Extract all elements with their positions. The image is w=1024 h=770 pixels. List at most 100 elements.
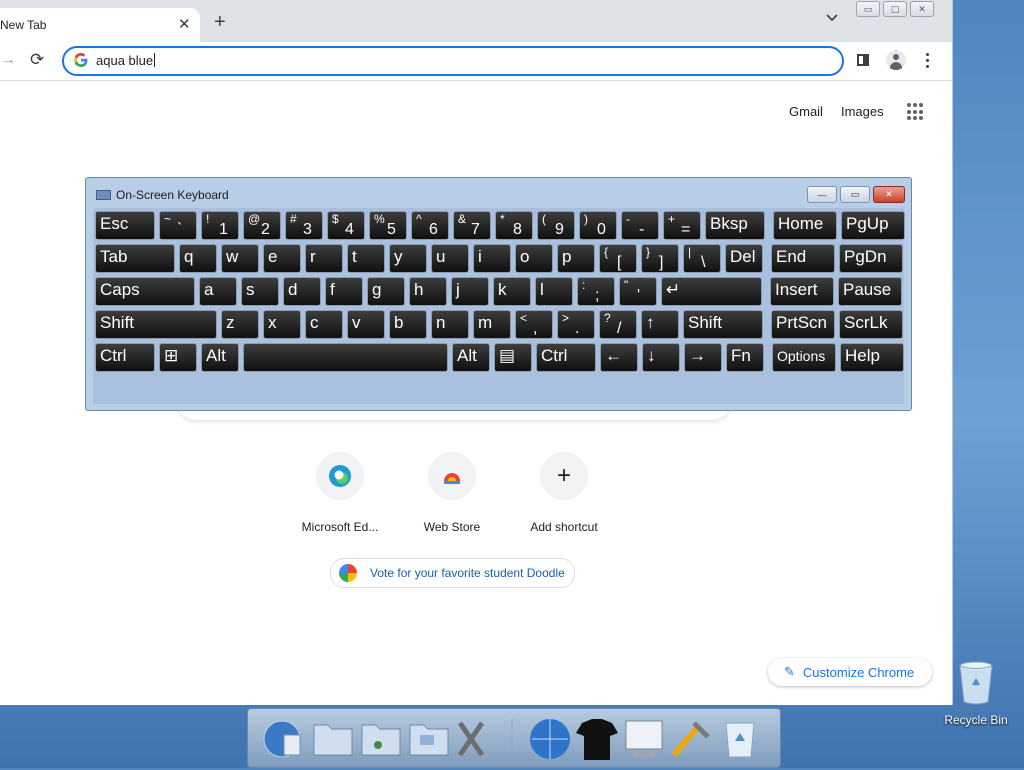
osk-key-alt[interactable]: Alt (452, 343, 490, 372)
osk-key-[[interactable]: {[ (599, 244, 637, 273)
osk-key--[interactable]: -- (621, 211, 659, 240)
shortcut-add[interactable]: + Add shortcut (509, 452, 619, 534)
osk-key-q[interactable]: q (179, 244, 217, 273)
osk-key-o[interactable]: o (515, 244, 553, 273)
osk-key-caps[interactable]: Caps (95, 277, 195, 306)
osk-key-r[interactable]: r (305, 244, 343, 273)
osk-key-prtscn[interactable]: PrtScn (771, 310, 835, 339)
osk-key-8[interactable]: * 8 (495, 211, 533, 240)
osk-key-scrlk[interactable]: ScrLk (839, 310, 903, 339)
osk-close-button[interactable]: ✕ (873, 186, 905, 203)
osk-key-g[interactable]: g (367, 277, 405, 306)
osk-key-n[interactable]: n (431, 310, 469, 339)
forward-arrow-icon[interactable]: → (0, 51, 16, 69)
osk-key-w[interactable]: w (221, 244, 259, 273)
osk-key-home[interactable]: Home (773, 211, 837, 240)
osk-key-p[interactable]: p (557, 244, 595, 273)
osk-key-6[interactable]: ^ 6 (411, 211, 449, 240)
osk-key-/[interactable]: ? / (599, 310, 637, 339)
osk-key-ctrl[interactable]: Ctrl (95, 343, 155, 372)
osk-key-pgdn[interactable]: PgDn (839, 244, 903, 273)
address-bar-text[interactable]: aqua blue (96, 53, 156, 68)
osk-key-t[interactable]: t (347, 244, 385, 273)
osk-key-c[interactable]: c (305, 310, 343, 339)
monitor-icon[interactable] (625, 720, 663, 757)
picture-folder-icon[interactable] (409, 724, 449, 756)
osk-key-s[interactable]: s (241, 277, 279, 306)
osk-key-shift[interactable]: Shift (683, 310, 763, 339)
minimize-button[interactable]: ▭ (856, 1, 880, 17)
folder-icon[interactable] (313, 724, 353, 756)
osk-key-u[interactable]: u (431, 244, 469, 273)
osk-minimize-button[interactable]: — (807, 186, 837, 203)
osk-key-4[interactable]: $4 (327, 211, 365, 240)
customize-chrome-button[interactable]: ✎ Customize Chrome (768, 658, 932, 686)
osk-key-windows[interactable]: ⊞ (159, 343, 197, 372)
osk-key-e[interactable]: e (263, 244, 301, 273)
osk-key-][interactable]: }] (641, 244, 679, 273)
profile-avatar-icon[interactable] (886, 50, 906, 70)
osk-key-left[interactable]: ← (600, 343, 638, 372)
osk-key-esc[interactable]: Esc (95, 211, 155, 240)
osk-key-i[interactable]: i (473, 244, 511, 273)
osk-key-end[interactable]: End (771, 244, 835, 273)
osk-key-space[interactable] (243, 343, 448, 372)
osk-key-d[interactable]: d (283, 277, 321, 306)
recycle-trash-icon[interactable] (725, 722, 755, 758)
osk-key-k[interactable]: k (493, 277, 531, 306)
osk-key-1[interactable]: ! 1 (201, 211, 239, 240)
shortcut-microsoft-edge[interactable]: Microsoft Ed... (285, 452, 395, 534)
images-link[interactable]: Images (841, 104, 884, 119)
osk-key-menu[interactable]: ▤ (494, 343, 532, 372)
osk-key-options[interactable]: Options (772, 343, 836, 372)
osk-key-tab[interactable]: Tab (95, 244, 175, 273)
doodle-vote-chip[interactable]: Vote for your favorite student Doodle (330, 558, 575, 588)
osk-key-x[interactable]: x (263, 310, 301, 339)
globe-icon[interactable] (263, 720, 301, 758)
music-folder-icon[interactable] (361, 724, 401, 756)
utilities-icon[interactable] (671, 721, 710, 757)
osk-key-=[interactable]: + = (663, 211, 701, 240)
osk-key-v[interactable]: v (347, 310, 385, 339)
side-panel-icon[interactable] (857, 54, 869, 66)
osk-key-h[interactable]: h (409, 277, 447, 306)
osk-key-right[interactable]: → (684, 343, 722, 372)
osk-maximize-button[interactable]: ▭ (840, 186, 870, 203)
osk-key-9[interactable]: (9 (537, 211, 575, 240)
osk-key-y[interactable]: y (389, 244, 427, 273)
recycle-bin[interactable]: Recycle Bin (944, 660, 1008, 727)
tools-icon[interactable] (457, 721, 485, 757)
osk-key-7[interactable]: & 7 (453, 211, 491, 240)
tshirt-icon[interactable] (576, 719, 618, 760)
osk-key-2[interactable]: @2 (243, 211, 281, 240)
gmail-link[interactable]: Gmail (789, 104, 823, 119)
shortcut-web-store[interactable]: Web Store (397, 452, 507, 534)
osk-key-a[interactable]: a (199, 277, 237, 306)
internet-globe-icon[interactable] (530, 719, 570, 759)
osk-key-bksp[interactable]: Bksp (705, 211, 765, 240)
osk-key-pgup[interactable]: PgUp (841, 211, 905, 240)
osk-key-fn[interactable]: Fn (726, 343, 764, 372)
tab-search-chevron-icon[interactable] (826, 14, 838, 22)
osk-key-pause[interactable]: Pause (838, 277, 902, 306)
osk-key-l[interactable]: l (535, 277, 573, 306)
tab-close-icon[interactable]: ✕ (178, 15, 191, 33)
tab-new-tab[interactable]: New Tab ✕ (0, 8, 200, 42)
osk-key-3[interactable]: #3 (285, 211, 323, 240)
osk-key-enter[interactable]: ↵ (661, 277, 762, 306)
osk-key-j[interactable]: j (451, 277, 489, 306)
osk-key-up[interactable]: ↑ (641, 310, 679, 339)
address-bar[interactable]: aqua blue (62, 46, 844, 76)
osk-key-down[interactable]: ↓ (642, 343, 680, 372)
osk-key-f[interactable]: f (325, 277, 363, 306)
osk-key-z[interactable]: z (221, 310, 259, 339)
osk-key-backslash[interactable]: | \ (683, 244, 721, 273)
osk-key-'[interactable]: " ' (619, 277, 657, 306)
new-tab-button[interactable]: + (214, 12, 226, 32)
osk-titlebar[interactable]: On-Screen Keyboard — ▭ ✕ (86, 178, 911, 208)
osk-key-0[interactable]: ) 0 (579, 211, 617, 240)
osk-key-,[interactable]: <, (515, 310, 553, 339)
reload-icon[interactable]: ⟳ (30, 50, 44, 70)
close-window-button[interactable]: ✕ (910, 1, 934, 17)
osk-key-`[interactable]: ~ ` (159, 211, 197, 240)
